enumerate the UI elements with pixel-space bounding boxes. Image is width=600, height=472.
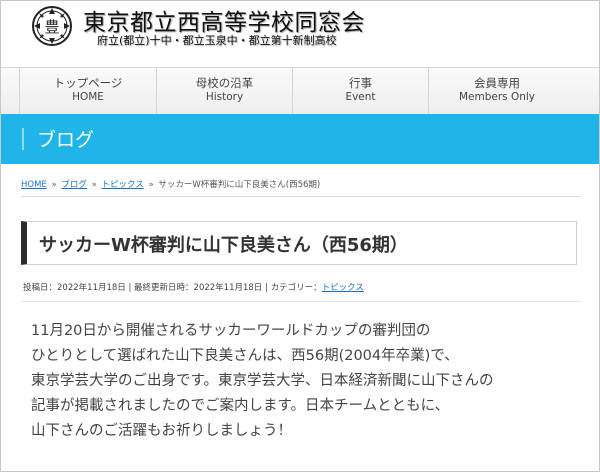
breadcrumb-current: サッカーW杯審判に山下良美さん(西56期) — [158, 180, 321, 190]
nav-item-home[interactable]: トップページ HOME — [19, 68, 157, 114]
nav-item-members[interactable]: 会員専用 Members Only — [429, 68, 565, 114]
body-line: 11月20日から開催されるサッカーワールドカップの審判団の — [31, 323, 431, 339]
category-link[interactable]: トピックス — [322, 283, 364, 293]
nav-item-event[interactable]: 行事 Event — [293, 68, 429, 114]
divider — [21, 301, 581, 302]
nav-label-jp: 母校の沿革 — [195, 76, 254, 90]
nav-label-en: History — [205, 91, 244, 103]
body-line: 記事が掲載されましたのでご案内します。日本チームとともに、 — [31, 398, 450, 414]
nav-label-jp: 行事 — [349, 76, 372, 90]
category-label: カテゴリー： — [270, 283, 322, 293]
nav-label-en: Members Only — [458, 91, 536, 103]
breadcrumb-blog[interactable]: ブログ — [61, 180, 87, 190]
breadcrumb-home[interactable]: HOME — [21, 180, 47, 190]
breadcrumb-topics[interactable]: トピックス — [102, 180, 144, 190]
nav-label-jp: トップページ — [53, 76, 123, 90]
meta-divider: | — [265, 283, 268, 293]
main-nav: トップページ HOME 母校の沿革 History 行事 Event 会員専用 … — [1, 67, 599, 115]
banner-accent-bar — [22, 128, 24, 150]
updated-date: 最終更新日時：2022年11月18日 — [134, 283, 263, 293]
post-meta: 投稿日：2022年11月18日 | 最終更新日時：2022年11月18日 | カ… — [23, 281, 364, 293]
post-body: 11月20日から開催されるサッカーワールドカップの審判団の ひとりとして選ばれた… — [31, 319, 591, 444]
site-subtitle: 府立(都立)十中・都立玉泉中・都立第十新制高校 — [97, 34, 337, 47]
posted-date: 投稿日：2022年11月18日 — [23, 283, 126, 293]
site-header: 豊 東京都立西高等学校同窓会 府立(都立)十中・都立玉泉中・都立第十新制高校 — [1, 1, 599, 67]
emblem-glyph: 豊 — [44, 18, 59, 36]
body-line: 東京学芸大学のご出身です。東京学芸大学、日本経済新聞に山下さんの — [31, 373, 494, 389]
banner-title: ブログ — [37, 129, 95, 151]
nav-label-jp: 会員専用 — [474, 76, 520, 90]
divider — [21, 196, 581, 197]
body-line: 山下さんのご活躍もお祈りしましょう！ — [31, 423, 292, 439]
nav-label-en: Event — [345, 91, 376, 103]
breadcrumb: HOME » ブログ » トピックス » サッカーW杯審判に山下良美さん(西56… — [21, 178, 320, 190]
school-emblem-icon[interactable]: 豊 — [31, 5, 73, 47]
blog-banner: ブログ — [1, 114, 599, 164]
post-title-box: サッカーW杯審判に山下良美さん（西56期） — [21, 221, 577, 265]
body-line: ひとりとして選ばれた山下良美さんは、西56期(2004年卒業)で、 — [31, 348, 459, 364]
meta-divider: | — [128, 283, 132, 293]
nav-label-en: HOME — [72, 91, 104, 103]
breadcrumb-separator: » — [51, 180, 57, 190]
breadcrumb-separator: » — [91, 180, 97, 190]
post-title: サッカーW杯審判に山下良美さん（西56期） — [39, 235, 408, 256]
nav-item-history[interactable]: 母校の沿革 History — [157, 68, 293, 114]
breadcrumb-separator: » — [148, 180, 154, 190]
page-frame: 豊 東京都立西高等学校同窓会 府立(都立)十中・都立玉泉中・都立第十新制高校 ト… — [0, 0, 600, 472]
